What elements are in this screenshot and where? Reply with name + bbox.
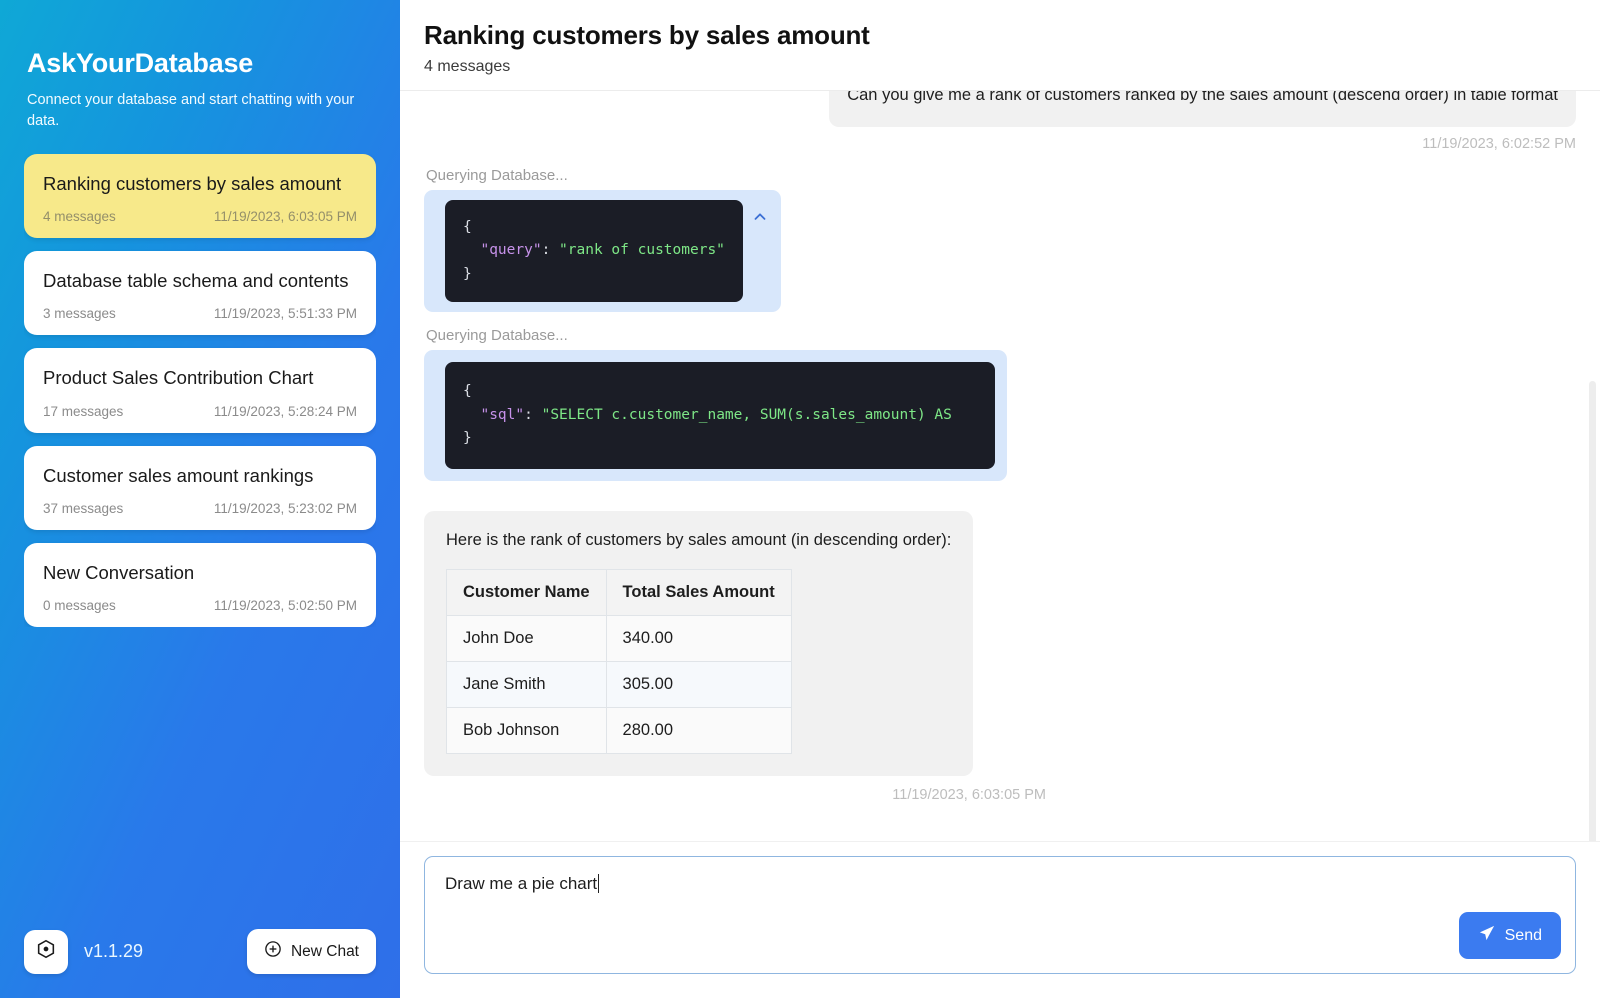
composer: Draw me a pie chart Send <box>400 841 1600 998</box>
paper-plane-icon <box>1478 924 1496 947</box>
assistant-intro-text: Here is the rank of customers by sales a… <box>446 531 951 550</box>
tool-call-0: Querying Database... { "query": "rank of… <box>424 152 1576 312</box>
main-panel: Ranking customers by sales amount 4 mess… <box>400 0 1600 998</box>
querying-status-label: Querying Database... <box>426 167 568 184</box>
version-label: v1.1.29 <box>84 941 143 962</box>
chat-header: Ranking customers by sales amount 4 mess… <box>400 0 1600 91</box>
new-chat-label: New Chat <box>291 943 359 961</box>
message-user: Can you give me a rank of customers rank… <box>424 91 1576 152</box>
conversation-message-count: 17 messages <box>43 404 123 419</box>
message-count-label: 4 messages <box>424 58 1576 76</box>
conversation-timestamp: 11/19/2023, 5:51:33 PM <box>214 306 357 321</box>
user-message-timestamp: 11/19/2023, 6:02:52 PM <box>1422 136 1576 152</box>
code-block-sql: { "sql": "SELECT c.customer_name, SUM(s.… <box>445 362 995 468</box>
table-header-row: Customer Name Total Sales Amount <box>447 569 792 615</box>
message-input-value[interactable]: Draw me a pie chart <box>445 874 597 893</box>
sidebar-item-conversation-3[interactable]: Customer sales amount rankings 37 messag… <box>24 446 376 530</box>
conversation-title: Customer sales amount rankings <box>43 463 357 488</box>
new-chat-button[interactable]: New Chat <box>247 929 376 974</box>
composer-box[interactable]: Draw me a pie chart Send <box>424 856 1576 974</box>
conversation-meta: 4 messages 11/19/2023, 6:03:05 PM <box>43 209 357 224</box>
code-brace-close: } <box>463 266 472 282</box>
send-button[interactable]: Send <box>1459 912 1561 959</box>
conversation-meta: 17 messages 11/19/2023, 5:28:24 PM <box>43 404 357 419</box>
code-colon: : <box>542 242 559 258</box>
cell-total-sales-amount: 340.00 <box>606 615 791 661</box>
column-header-total-sales-amount: Total Sales Amount <box>606 569 791 615</box>
code-value: "rank of customers" <box>559 242 725 258</box>
table-row: Jane Smith 305.00 <box>447 661 792 707</box>
conversation-title: Ranking customers by sales amount <box>43 171 357 196</box>
code-block-query: { "query": "rank of customers" } <box>445 200 743 302</box>
message-list[interactable]: Can you give me a rank of customers rank… <box>400 91 1600 841</box>
sidebar-footer: v1.1.29 New Chat <box>24 929 376 974</box>
conversation-timestamp: 11/19/2023, 5:02:50 PM <box>214 598 357 613</box>
cell-customer-name: Jane Smith <box>447 661 607 707</box>
conversation-title: Database table schema and contents <box>43 268 357 293</box>
sidebar-item-conversation-1[interactable]: Database table schema and contents 3 mes… <box>24 251 376 335</box>
results-table: Customer Name Total Sales Amount John Do… <box>446 569 792 754</box>
conversation-meta: 3 messages 11/19/2023, 5:51:33 PM <box>43 306 357 321</box>
code-brace-close: } <box>463 430 472 446</box>
plus-circle-icon <box>264 940 282 963</box>
send-label: Send <box>1505 927 1542 945</box>
sidebar-item-conversation-0[interactable]: Ranking customers by sales amount 4 mess… <box>24 154 376 238</box>
conversation-title: New Conversation <box>43 560 357 585</box>
text-caret <box>598 874 599 893</box>
conversation-timestamp: 11/19/2023, 6:03:05 PM <box>214 209 357 224</box>
app-root: AskYourDatabase Connect your database an… <box>0 0 1600 998</box>
conversation-meta: 0 messages 11/19/2023, 5:02:50 PM <box>43 598 357 613</box>
sidebar-item-conversation-4[interactable]: New Conversation 0 messages 11/19/2023, … <box>24 543 376 627</box>
code-key: "query" <box>480 242 541 258</box>
cell-customer-name: John Doe <box>447 615 607 661</box>
cell-total-sales-amount: 305.00 <box>606 661 791 707</box>
conversation-message-count: 37 messages <box>43 501 123 516</box>
sidebar-item-conversation-2[interactable]: Product Sales Contribution Chart 17 mess… <box>24 348 376 432</box>
column-header-customer-name: Customer Name <box>447 569 607 615</box>
user-bubble-clip: Can you give me a rank of customers rank… <box>829 91 1576 127</box>
conversation-message-count: 3 messages <box>43 306 116 321</box>
conversation-message-count: 0 messages <box>43 598 116 613</box>
tool-call-container: { "query": "rank of customers" } <box>424 190 781 312</box>
message-list-scrollbar[interactable] <box>1589 381 1596 841</box>
code-value: "SELECT c.customer_name, SUM(s.sales_amo… <box>542 407 952 423</box>
conversation-message-count: 4 messages <box>43 209 116 224</box>
code-key: "sql" <box>480 407 524 423</box>
cell-total-sales-amount: 280.00 <box>606 707 791 753</box>
querying-status-label: Querying Database... <box>426 327 568 344</box>
code-colon: : <box>524 407 541 423</box>
hex-nut-settings-icon <box>35 938 57 965</box>
conversation-timestamp: 11/19/2023, 5:28:24 PM <box>214 404 357 419</box>
conversation-title: Product Sales Contribution Chart <box>43 365 357 390</box>
page-title: Ranking customers by sales amount <box>424 20 1576 51</box>
user-message-text: Can you give me a rank of customers rank… <box>829 91 1576 127</box>
table-row: Bob Johnson 280.00 <box>447 707 792 753</box>
conversation-meta: 37 messages 11/19/2023, 5:23:02 PM <box>43 501 357 516</box>
brand-tagline: Connect your database and start chatting… <box>24 90 376 132</box>
tool-call-1: Querying Database... { "sql": "SELECT c.… <box>424 312 1576 480</box>
cell-customer-name: Bob Johnson <box>447 707 607 753</box>
table-row: John Doe 340.00 <box>447 615 792 661</box>
chevron-up-icon[interactable] <box>751 208 769 231</box>
conversation-timestamp: 11/19/2023, 5:23:02 PM <box>214 501 357 516</box>
code-brace-open: { <box>463 383 472 399</box>
tool-call-container: { "sql": "SELECT c.customer_name, SUM(s.… <box>424 350 1007 480</box>
code-brace-open: { <box>463 219 472 235</box>
conversation-list: Ranking customers by sales amount 4 mess… <box>24 154 376 627</box>
message-assistant: Here is the rank of customers by sales a… <box>424 481 1576 803</box>
assistant-message-timestamp: 11/19/2023, 6:03:05 PM <box>424 787 1046 803</box>
brand-title: AskYourDatabase <box>24 48 376 79</box>
sidebar: AskYourDatabase Connect your database an… <box>0 0 400 998</box>
assistant-card: Here is the rank of customers by sales a… <box>424 511 973 776</box>
settings-button[interactable] <box>24 930 68 974</box>
